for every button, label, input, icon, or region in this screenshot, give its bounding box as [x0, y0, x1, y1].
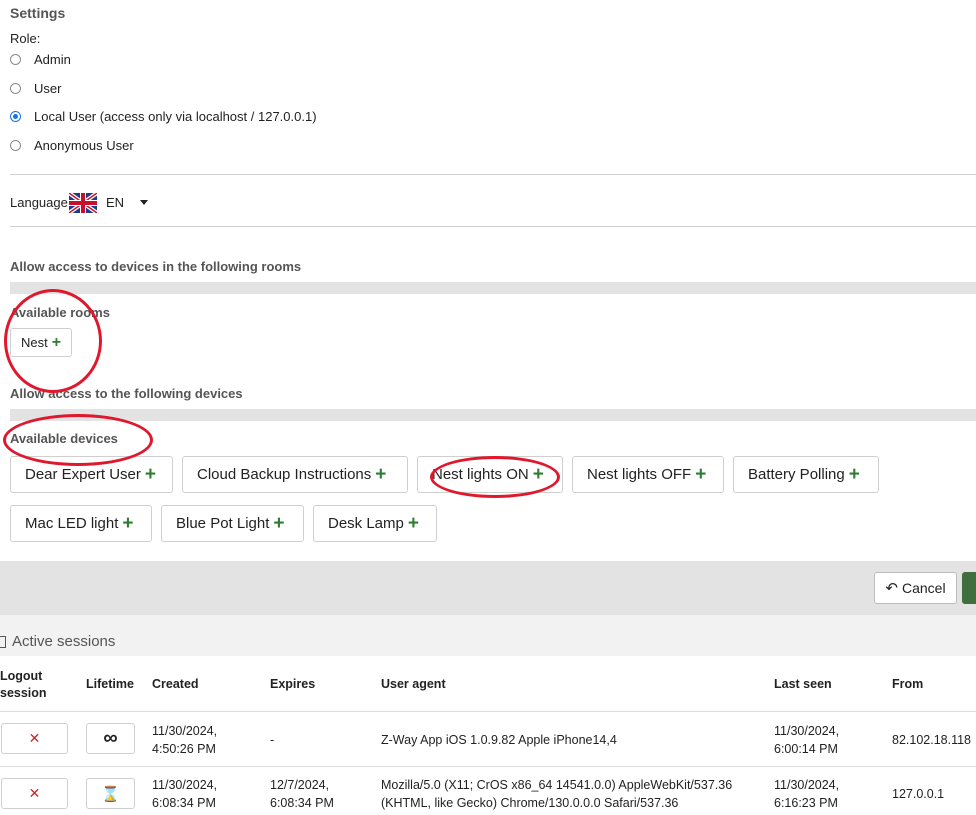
sessions-title-text: Active sessions [12, 633, 116, 650]
divider [10, 226, 976, 227]
header-created: Created [152, 677, 199, 691]
lifetime-button[interactable]: ⌛ [86, 778, 135, 809]
chevron-down-icon[interactable] [140, 200, 148, 205]
role-option-label: Admin [34, 51, 71, 67]
hourglass-icon: ⌛ [101, 785, 120, 803]
device-chip-blue-pot-light[interactable]: Blue Pot Light + [161, 505, 304, 542]
sessions-title: Active sessions [0, 633, 115, 650]
role-option-user[interactable]: User [10, 79, 61, 97]
cancel-label: Cancel [901, 580, 946, 596]
role-option-label: User [34, 80, 62, 96]
role-label: Role: [10, 31, 41, 46]
rooms-heading: Allow access to devices in the following… [10, 259, 302, 274]
user-agent-line2: (KHTML, like Gecko) Chrome/130.0.0.0 Saf… [381, 796, 679, 810]
role-option-local-user[interactable]: Local User (access only via localhost / … [10, 107, 317, 125]
last-seen-time: 6:16:23 PM [774, 796, 838, 810]
plus-icon: + [144, 464, 156, 485]
sessions-header-band [0, 615, 976, 656]
radio-local-user[interactable] [10, 110, 21, 122]
header-last-seen: Last seen [774, 677, 832, 691]
role-option-label: Local User (access only via localhost / … [34, 108, 317, 124]
plus-icon: + [375, 464, 387, 485]
expires-time: 6:08:34 PM [270, 796, 334, 810]
close-icon: ✕ [28, 785, 41, 801]
undo-icon: ↶ [885, 580, 898, 597]
last-seen-date: 11/30/2024, [774, 724, 840, 738]
device-chip-nest-lights-on[interactable]: Nest lights ON + [417, 456, 563, 493]
language-value: EN [106, 195, 125, 210]
radio-admin[interactable] [10, 53, 21, 65]
monitor-icon [0, 635, 6, 648]
user-agent-line1: Mozilla/5.0 (X11; CrOS x86_64 14541.0.0)… [381, 778, 733, 792]
device-chip-label: Dear Expert User [25, 466, 141, 483]
header-from: From [892, 677, 924, 691]
expires-value: - [270, 733, 275, 747]
device-chip-label: Cloud Backup Instructions [197, 466, 372, 483]
device-chip-label: Battery Polling [748, 466, 845, 483]
radio-user[interactable] [10, 82, 21, 94]
device-chip-dear-expert-user[interactable]: Dear Expert User + [10, 456, 173, 493]
available-devices-label: Available devices [10, 431, 118, 446]
device-chip-cloud-backup[interactable]: Cloud Backup Instructions + [182, 456, 408, 493]
device-chip-nest-lights-off[interactable]: Nest lights OFF + [572, 456, 724, 493]
device-chip-desk-lamp[interactable]: Desk Lamp + [313, 505, 437, 542]
plus-icon: + [695, 464, 707, 485]
settings-title: Settings [10, 5, 66, 21]
device-chip-label: Mac LED light [25, 515, 119, 532]
divider [10, 174, 976, 175]
rooms-selected-area[interactable] [10, 282, 976, 294]
plus-icon: + [273, 513, 285, 534]
infinity-icon: ∞ [103, 727, 118, 749]
plus-icon: + [532, 464, 544, 485]
created-date: 11/30/2024, [152, 724, 218, 738]
plus-icon: + [407, 513, 419, 534]
from-ip: 127.0.0.1 [892, 787, 945, 801]
header-logout-line1: Logout [0, 669, 43, 683]
devices-selected-area[interactable] [10, 409, 976, 421]
role-option-anonymous[interactable]: Anonymous User [10, 136, 134, 154]
created-time: 4:50:26 PM [152, 742, 216, 756]
user-agent-value: Z-Way App iOS 1.0.9.82 Apple iPhone14,4 [381, 733, 617, 747]
device-chip-label: Nest lights ON [432, 466, 529, 483]
plus-icon: + [122, 513, 134, 534]
last-seen-date: 11/30/2024, [774, 778, 840, 792]
device-chip-label: Desk Lamp [328, 515, 404, 532]
header-logout-line2: session [0, 686, 47, 700]
expires-date: 12/7/2024, [270, 778, 330, 792]
radio-anonymous[interactable] [10, 139, 21, 151]
save-button[interactable] [962, 572, 976, 604]
header-user-agent: User agent [381, 677, 446, 691]
language-select[interactable]: EN [106, 195, 124, 210]
header-lifetime: Lifetime [86, 677, 134, 691]
devices-heading: Allow access to the following devices [10, 386, 243, 401]
created-date: 11/30/2024, [152, 778, 218, 792]
plus-icon: + [848, 464, 860, 485]
header-logout: Logout session [0, 668, 47, 702]
from-ip: 82.102.18.118 [892, 733, 972, 747]
cancel-button[interactable]: ↶ Cancel [874, 572, 957, 604]
device-chip-label: Nest lights OFF [587, 466, 692, 483]
device-chip-battery-polling[interactable]: Battery Polling + [733, 456, 879, 493]
logout-session-button[interactable]: ✕ [1, 778, 68, 809]
close-icon: ✕ [28, 730, 41, 746]
role-option-label: Anonymous User [34, 137, 134, 153]
role-option-admin[interactable]: Admin [10, 50, 71, 68]
row-divider [0, 766, 976, 767]
language-label: Language: [10, 195, 72, 210]
last-seen-time: 6:00:14 PM [774, 742, 838, 756]
logout-session-button[interactable]: ✕ [1, 723, 68, 754]
room-chip-nest[interactable]: Nest + [10, 328, 73, 357]
plus-icon: + [51, 333, 62, 351]
room-chip-label: Nest [21, 335, 48, 350]
lifetime-button[interactable]: ∞ [86, 723, 135, 754]
device-chip-label: Blue Pot Light [176, 515, 270, 532]
uk-flag-icon [67, 191, 99, 215]
created-time: 6:08:34 PM [152, 796, 216, 810]
row-divider [0, 711, 976, 712]
action-bar [0, 561, 976, 615]
header-expires: Expires [270, 677, 316, 691]
available-rooms-label: Available rooms [10, 305, 110, 320]
device-chip-mac-led-light[interactable]: Mac LED light + [10, 505, 152, 542]
